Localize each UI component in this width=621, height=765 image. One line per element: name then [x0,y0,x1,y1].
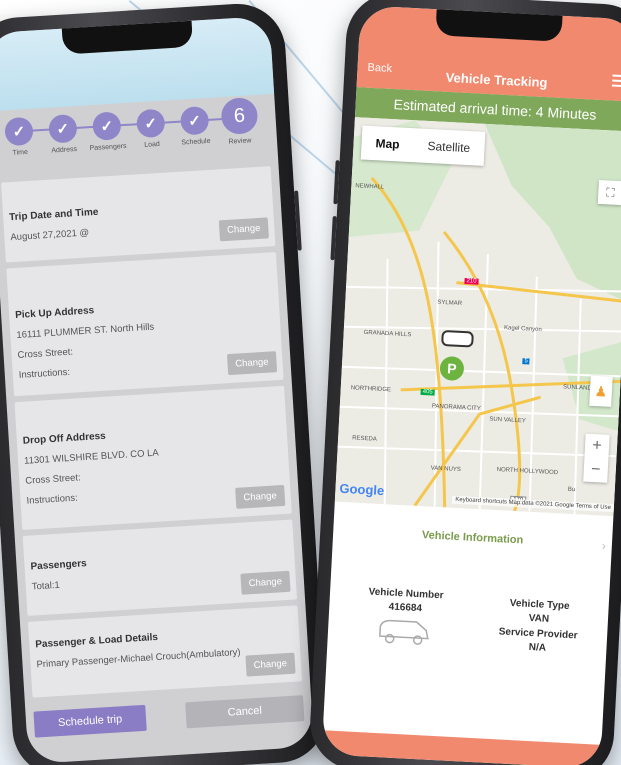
action-buttons: Schedule trip Cancel [33,695,305,738]
step-label: Passengers [89,142,127,153]
check-icon: ✓ [48,113,78,144]
cross-street-label: Cross Street: [25,472,82,487]
street-view-icon[interactable]: ♟ [589,375,613,407]
passengers-card: Passengers Total:1 Change [22,519,298,616]
zoom-in-button[interactable]: + [584,434,609,459]
chevron-right-icon[interactable]: › [602,539,607,553]
check-icon: ✓ [135,108,166,139]
check-icon: ✓ [4,116,34,147]
step-review[interactable]: 6 Review [220,96,259,146]
card-title: Passengers [30,558,87,573]
left-phone: ✓ Time ✓ Address ✓ Passengers ✓ Load ✓ S… [0,1,329,765]
side-button [294,190,302,251]
passenger-total: Total:1 [31,579,61,593]
card-title: Pick Up Address [14,305,95,322]
step-label: Load [144,140,161,149]
trip-date-card: Trip Date and Time August 27,2021 @ Chan… [1,166,276,263]
vehicle-type-block: Vehicle Type VAN Service Provider N/A [487,597,590,660]
map-label: Bu [567,486,576,494]
step-label: Address [51,145,78,155]
vehicle-number-block: Vehicle Number 416684 [353,586,456,653]
zoom-controls: + − [583,433,610,483]
service-provider-label: Service Provider [498,626,578,642]
map-type-toggle: Map Satellite [360,125,486,166]
change-dropoff-button[interactable]: Change [234,484,286,509]
pickup-address: 16111 PLUMMER ST. North Hills [16,321,155,341]
step-label: Review [228,137,252,146]
primary-passenger: Primary Passenger-Michael Crouch(Ambulat… [36,646,241,671]
map-view[interactable]: NEWHALL SYLMAR Kagel Canyon GRANADA HILL… [334,117,621,517]
step-address[interactable]: ✓ Address [45,113,81,155]
map-canvas [334,117,621,517]
step-time[interactable]: ✓ Time [1,116,37,157]
vehicle-type-value: VAN [528,612,550,625]
vehicle-info-title: Vehicle Information [421,529,524,547]
vehicle-number-value: 416684 [388,601,423,615]
map-label: RESEDA [351,435,377,443]
instructions-label: Instructions: [26,492,79,507]
step-label: Schedule [181,137,211,147]
dropoff-address-card: Drop Off Address 11301 WILSHIRE BLVD. CO… [14,385,292,530]
trip-date-value: August 27,2021 @ [10,227,90,244]
card-title: Drop Off Address [22,430,107,447]
van-icon [379,619,429,645]
hamburger-menu-icon[interactable] [611,74,621,91]
change-pickup-button[interactable]: Change [226,351,278,376]
vehicle-icon [441,329,474,348]
map-tab[interactable]: Map [361,125,415,162]
cross-street-label: Cross Street: [17,346,74,361]
step-passengers[interactable]: ✓ Passengers [89,111,127,152]
right-phone: Back Vehicle Tracking Estimated arrival … [307,0,621,765]
check-icon: ✓ [179,105,210,136]
pickup-address-card: Pick Up Address 16111 PLUMMER ST. North … [6,252,284,397]
card-title: Passenger & Load Details [35,631,159,651]
satellite-tab[interactable]: Satellite [413,128,485,166]
dropoff-address: 11301 WILSHIRE BLVD. CO LA [23,447,160,467]
map-label: SYLMAR [437,299,463,307]
step-schedule[interactable]: ✓ Schedule [177,105,213,147]
vehicle-tracking-screen: Back Vehicle Tracking Estimated arrival … [321,5,621,765]
change-passengers-button[interactable]: Change [240,570,291,595]
route-shield: 210 [464,278,479,285]
fullscreen-icon[interactable]: ⛶ [597,179,621,206]
footer-bar [321,730,602,765]
zoom-out-button[interactable]: − [583,458,608,483]
change-trip-date-button[interactable]: Change [218,217,269,242]
trip-review-screen: ✓ Time ✓ Address ✓ Passengers ✓ Load ✓ S… [0,15,315,765]
step-load[interactable]: ✓ Load [133,108,169,149]
schedule-trip-button[interactable]: Schedule trip [33,704,147,738]
step-number: 6 [220,96,259,136]
instructions-label: Instructions: [18,366,71,381]
load-details-card: Passenger & Load Details Primary Passeng… [27,605,303,698]
route-shield: 5 [522,358,530,365]
progress-stepper: ✓ Time ✓ Address ✓ Passengers ✓ Load ✓ S… [1,96,268,174]
card-title: Trip Date and Time [8,206,99,224]
change-load-button[interactable]: Change [245,652,296,677]
route-shield: 405 [420,388,435,396]
check-icon: ✓ [91,111,122,141]
google-logo: Google [339,480,385,499]
side-button [330,216,337,261]
side-button [333,160,340,205]
cancel-button[interactable]: Cancel [185,695,305,729]
vehicle-number-label: Vehicle Number [368,586,444,602]
service-provider-value: N/A [528,641,547,654]
